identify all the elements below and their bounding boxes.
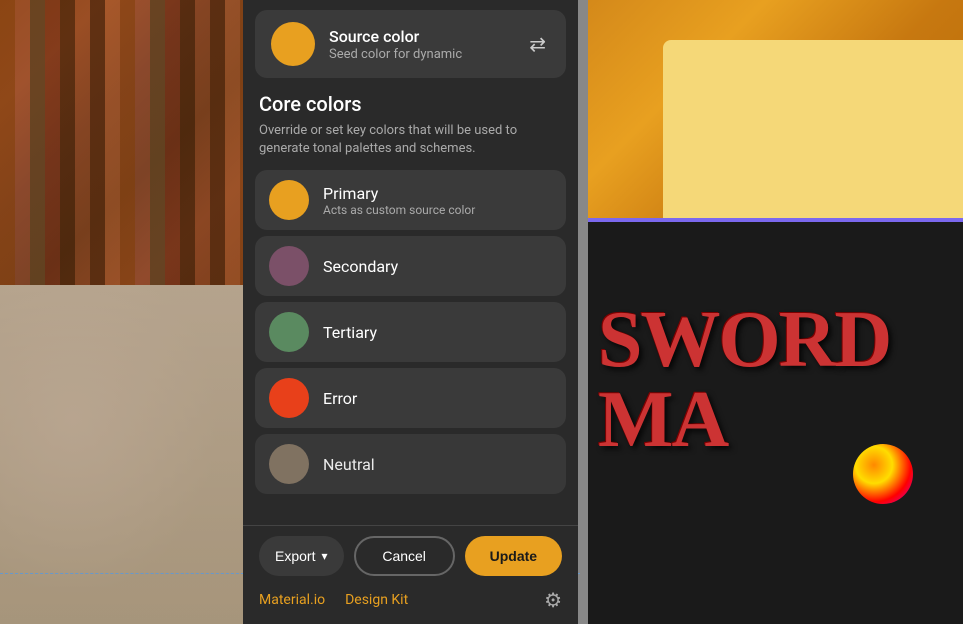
modal-panel: Source color Seed color for dynamic ⇄ Co… — [243, 0, 578, 624]
secondary-color-swatch — [269, 246, 309, 286]
primary-sublabel: Acts as custom source color — [323, 203, 475, 217]
source-color-row[interactable]: Source color Seed color for dynamic ⇄ — [255, 10, 566, 78]
footer-links: Material.io Design Kit ⚙ — [259, 588, 562, 612]
shuffle-icon[interactable]: ⇄ — [525, 28, 550, 60]
source-color-swatch — [271, 22, 315, 66]
primary-color-swatch — [269, 180, 309, 220]
footer-buttons: Export ▾ Cancel Update — [259, 536, 562, 576]
export-label: Export — [275, 548, 315, 564]
core-colors-section: Core colors Override or set key colors t… — [243, 88, 578, 166]
settings-icon[interactable]: ⚙ — [544, 588, 562, 612]
source-color-title: Source color — [329, 27, 525, 46]
error-color-swatch — [269, 378, 309, 418]
secondary-color-text: Secondary — [309, 257, 398, 276]
tertiary-color-text: Tertiary — [309, 323, 377, 342]
modal-footer: Export ▾ Cancel Update Material.io Desig… — [243, 525, 578, 624]
secondary-label: Secondary — [323, 257, 398, 276]
material-io-link[interactable]: Material.io — [259, 592, 325, 608]
color-item-neutral[interactable]: Neutral — [255, 434, 566, 494]
primary-color-text: Primary Acts as custom source color — [309, 184, 475, 217]
color-item-error[interactable]: Error — [255, 368, 566, 428]
color-items-list: Primary Acts as custom source color Seco… — [243, 166, 578, 525]
tertiary-label: Tertiary — [323, 323, 377, 342]
core-colors-title: Core colors — [259, 92, 562, 116]
background-ball — [853, 444, 913, 504]
background-dark: SWORDMA — [588, 220, 963, 624]
chevron-down-icon: ▾ — [321, 549, 327, 563]
background-text: SWORDMA — [598, 300, 890, 460]
error-label: Error — [323, 389, 357, 408]
purple-accent-line — [588, 218, 963, 222]
color-item-tertiary[interactable]: Tertiary — [255, 302, 566, 362]
error-color-text: Error — [309, 389, 357, 408]
update-button[interactable]: Update — [465, 536, 562, 576]
color-item-secondary[interactable]: Secondary — [255, 236, 566, 296]
export-button[interactable]: Export ▾ — [259, 536, 344, 576]
background-orange — [588, 0, 963, 220]
background-books — [0, 0, 243, 285]
neutral-color-text: Neutral — [309, 455, 375, 474]
neutral-color-swatch — [269, 444, 309, 484]
core-colors-description: Override or set key colors that will be … — [259, 122, 562, 158]
design-kit-link[interactable]: Design Kit — [345, 592, 408, 608]
footer-links-left: Material.io Design Kit — [259, 592, 408, 608]
tertiary-color-swatch — [269, 312, 309, 352]
cancel-button[interactable]: Cancel — [354, 536, 455, 576]
neutral-label: Neutral — [323, 455, 375, 474]
primary-label: Primary — [323, 184, 475, 203]
color-item-primary[interactable]: Primary Acts as custom source color — [255, 170, 566, 230]
source-color-subtitle: Seed color for dynamic — [329, 47, 525, 62]
source-color-text: Source color Seed color for dynamic — [329, 27, 525, 62]
